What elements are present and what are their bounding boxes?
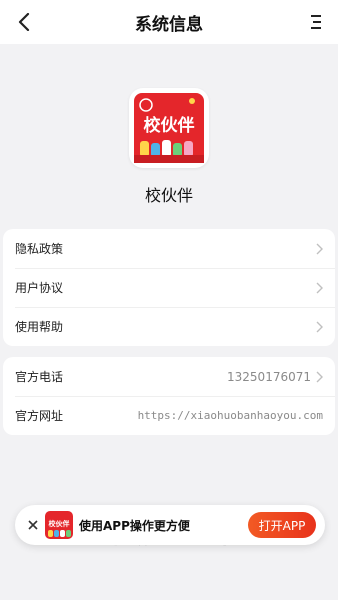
chevron-right-icon	[316, 371, 323, 382]
svg-text:校伙伴: 校伙伴	[144, 115, 195, 136]
website-label: 官方网址	[15, 409, 64, 423]
privacy-policy-item[interactable]: 隐私政策	[3, 229, 335, 268]
banner-close-button[interactable]	[24, 516, 42, 534]
contact-card: 官方电话 13250176071 官方网址 https://xiaohuoban…	[3, 357, 335, 435]
close-icon	[28, 520, 38, 530]
policy-card: 隐私政策 用户协议 使用帮助	[3, 229, 335, 346]
chevron-right-icon	[316, 282, 323, 293]
app-logo: 校伙伴	[129, 88, 209, 168]
phone-value: 13250176071	[227, 369, 311, 384]
header-bar: 系统信息	[0, 0, 338, 44]
user-agreement-item[interactable]: 用户协议	[3, 268, 335, 307]
help-label: 使用帮助	[15, 320, 64, 334]
svg-text:校伙伴: 校伙伴	[49, 519, 70, 528]
chevron-left-icon	[18, 13, 30, 31]
app-name: 校伙伴	[144, 186, 193, 205]
privacy-policy-label: 隐私政策	[15, 242, 64, 256]
menu-button[interactable]	[302, 8, 330, 36]
app-info: 校伙伴 校伙伴	[0, 88, 338, 206]
chevron-right-icon	[316, 321, 323, 332]
phone-label: 官方电话	[15, 370, 64, 384]
banner-message: 使用APP操作更方便	[79, 518, 190, 533]
user-agreement-label: 用户协议	[15, 281, 64, 295]
banner-app-logo: 校伙伴	[45, 511, 73, 539]
phone-item[interactable]: 官方电话 13250176071	[3, 357, 335, 396]
open-app-button[interactable]: 打开APP	[248, 512, 316, 538]
menu-icon	[311, 15, 321, 29]
website-value[interactable]: https://xiaohuobanhaoyou.com	[138, 409, 323, 422]
page-title: 系统信息	[135, 14, 203, 35]
help-item[interactable]: 使用帮助	[3, 307, 335, 346]
back-button[interactable]	[10, 8, 38, 36]
chevron-right-icon	[316, 243, 323, 254]
website-item[interactable]: 官方网址 https://xiaohuobanhaoyou.com	[3, 396, 335, 435]
app-logo-image: 校伙伴	[134, 93, 204, 163]
open-app-banner: 校伙伴 使用APP操作更方便 打开APP	[15, 505, 325, 545]
